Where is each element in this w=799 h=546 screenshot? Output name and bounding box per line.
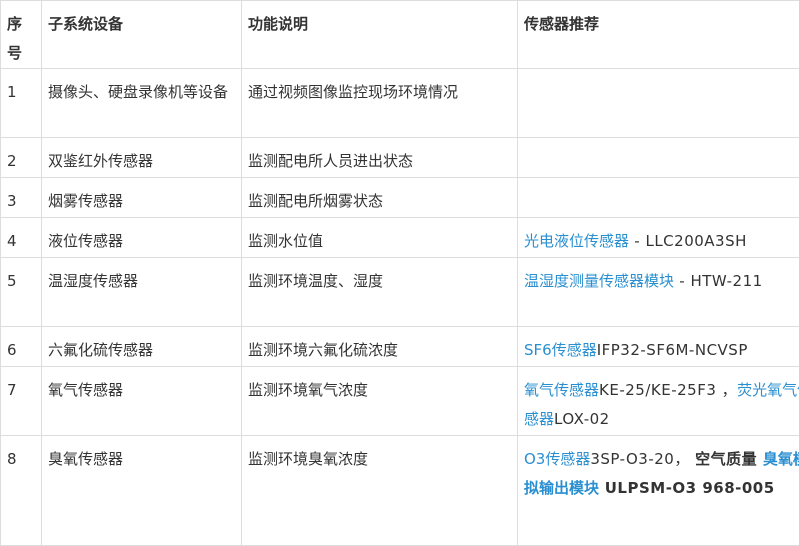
header-no: 序号 xyxy=(1,1,42,69)
sensor-model-text: 空气质量 xyxy=(695,450,763,468)
sensor-table: 序号 子系统设备 功能说明 传感器推荐 1 摄像头、硬盘录像机等设备 通过视频图… xyxy=(0,0,799,546)
function-cell: 监测配电所人员进出状态 xyxy=(242,138,518,178)
table-row: 2 双鉴红外传感器 监测配电所人员进出状态 xyxy=(1,138,799,178)
function-cell: 监测环境温度、湿度 xyxy=(242,258,518,327)
sensor-link[interactable]: SF6传感器 xyxy=(524,341,597,359)
device-cell: 液位传感器 xyxy=(42,218,242,258)
table-row: 8 臭氧传感器 监测环境臭氧浓度 O3传感器3SP-O3-20， 空气质量 臭氧… xyxy=(1,436,799,546)
sensor-link[interactable]: 光电液位传感器 xyxy=(524,232,629,250)
row-number: 6 xyxy=(1,327,42,367)
row-number: 4 xyxy=(1,218,42,258)
function-cell: 监测环境臭氧浓度 xyxy=(242,436,518,546)
row-number: 5 xyxy=(1,258,42,327)
sensor-link[interactable]: 温湿度测量传感器模块 xyxy=(524,272,674,290)
device-cell: 双鉴红外传感器 xyxy=(42,138,242,178)
recommendation-cell: 氧气传感器KE-25/KE-25F3 ，荧光氧气传感器LOX-02 xyxy=(518,367,799,436)
row-number: 3 xyxy=(1,178,42,218)
device-cell: 氧气传感器 xyxy=(42,367,242,436)
device-cell: 六氟化硫传感器 xyxy=(42,327,242,367)
sensor-model-text: LOX-02 xyxy=(554,410,610,428)
function-cell: 监测配电所烟雾状态 xyxy=(242,178,518,218)
function-cell: 监测水位值 xyxy=(242,218,518,258)
table-row: 7 氧气传感器 监测环境氧气浓度 氧气传感器KE-25/KE-25F3 ，荧光氧… xyxy=(1,367,799,436)
sensor-model-text: 3SP-O3-20， xyxy=(590,450,695,468)
table-header-row: 序号 子系统设备 功能说明 传感器推荐 xyxy=(1,1,799,69)
row-number: 1 xyxy=(1,69,42,138)
row-number: 7 xyxy=(1,367,42,436)
table-row: 5 温湿度传感器 监测环境温度、湿度 温湿度测量传感器模块 - HTW-211 xyxy=(1,258,799,327)
sensor-link[interactable]: 氧气传感器 xyxy=(524,381,599,399)
sensor-model-text: ULPSM-O3 968-005 xyxy=(599,479,775,497)
header-function: 功能说明 xyxy=(242,1,518,69)
row-number: 2 xyxy=(1,138,42,178)
sensor-model-text: - LLC200A3SH xyxy=(629,232,747,250)
recommendation-cell xyxy=(518,178,799,218)
function-cell: 监测环境六氟化硫浓度 xyxy=(242,327,518,367)
header-recommendation: 传感器推荐 xyxy=(518,1,799,69)
table-row: 1 摄像头、硬盘录像机等设备 通过视频图像监控现场环境情况 xyxy=(1,69,799,138)
sensor-model-text: IFP32-SF6M-NCVSP xyxy=(597,341,748,359)
function-cell: 通过视频图像监控现场环境情况 xyxy=(242,69,518,138)
recommendation-cell xyxy=(518,69,799,138)
table-row: 4 液位传感器 监测水位值 光电液位传感器 - LLC200A3SH xyxy=(1,218,799,258)
recommendation-cell: SF6传感器IFP32-SF6M-NCVSP xyxy=(518,327,799,367)
device-cell: 温湿度传感器 xyxy=(42,258,242,327)
device-cell: 烟雾传感器 xyxy=(42,178,242,218)
recommendation-cell: 温湿度测量传感器模块 - HTW-211 xyxy=(518,258,799,327)
row-number: 8 xyxy=(1,436,42,546)
sensor-model-text: KE-25/KE-25F3 ， xyxy=(599,381,737,399)
table-row: 6 六氟化硫传感器 监测环境六氟化硫浓度 SF6传感器IFP32-SF6M-NC… xyxy=(1,327,799,367)
device-cell: 摄像头、硬盘录像机等设备 xyxy=(42,69,242,138)
header-device: 子系统设备 xyxy=(42,1,242,69)
recommendation-cell xyxy=(518,138,799,178)
sensor-model-text: - HTW-211 xyxy=(674,272,763,290)
sensor-link[interactable]: O3传感器 xyxy=(524,450,590,468)
function-cell: 监测环境氧气浓度 xyxy=(242,367,518,436)
recommendation-cell: O3传感器3SP-O3-20， 空气质量 臭氧模拟输出模块 ULPSM-O3 9… xyxy=(518,436,799,546)
device-cell: 臭氧传感器 xyxy=(42,436,242,546)
recommendation-cell: 光电液位传感器 - LLC200A3SH xyxy=(518,218,799,258)
table-row: 3 烟雾传感器 监测配电所烟雾状态 xyxy=(1,178,799,218)
